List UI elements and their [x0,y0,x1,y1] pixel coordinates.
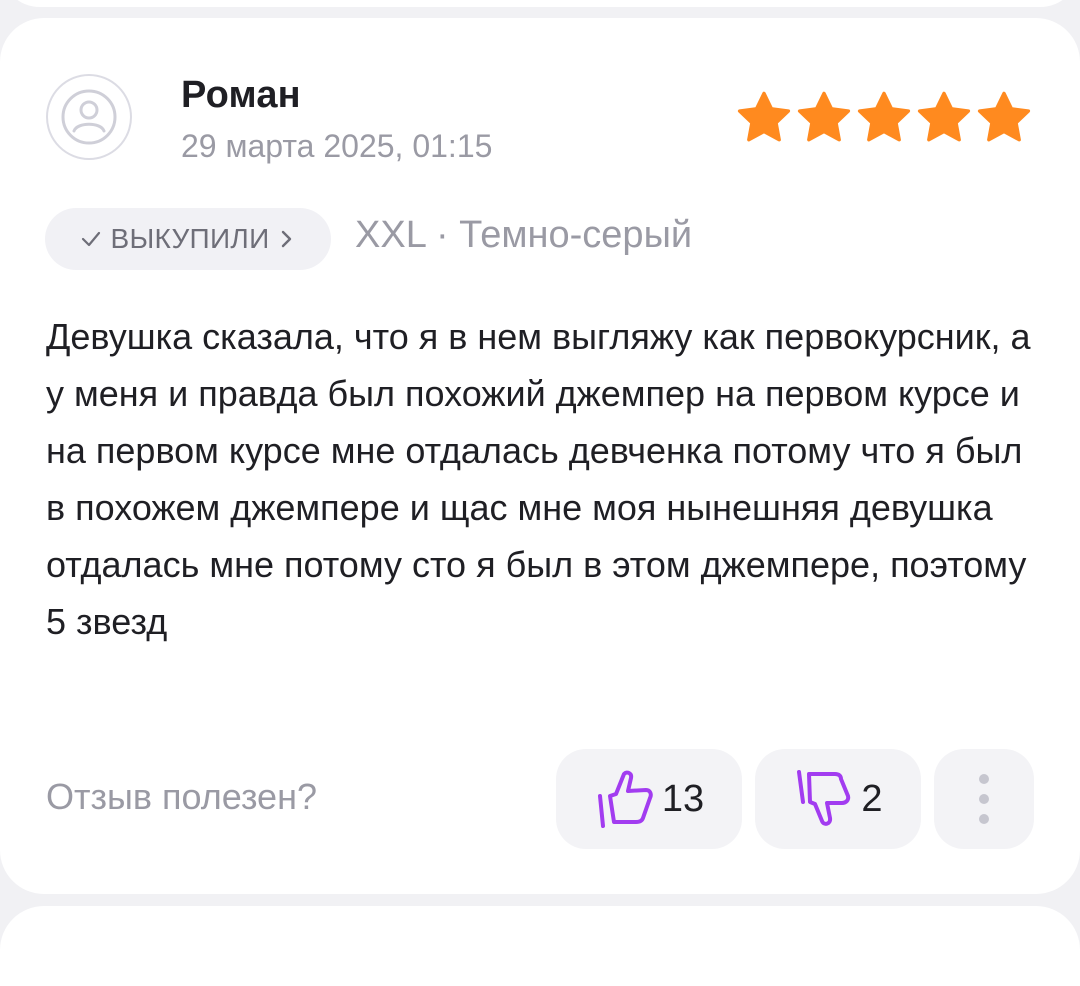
more-vertical-icon [979,794,989,804]
star-icon [857,91,911,142]
purchased-badge[interactable]: ВЫКУПИЛИ [45,208,331,270]
review-text: Девушка сказала, что я в нем выгляжу как… [46,316,1031,642]
thumbs-up-icon [597,770,653,828]
check-icon [82,231,101,247]
purchased-badge-label: ВЫКУПИЛИ [110,223,270,254]
previous-review-card [0,0,1080,7]
star-icon [737,91,791,142]
star-icon [977,91,1031,142]
author-name: Роман [181,74,301,116]
more-options-button[interactable] [934,749,1034,849]
next-review-card [0,906,1080,986]
more-vertical-icon [979,774,989,784]
rating-stars [735,89,1033,147]
product-variant: XXL · Темно-серый [355,214,693,256]
chevron-right-icon [281,230,291,248]
thumbs-down-icon [797,770,851,826]
star-icon [917,91,971,142]
dislike-button[interactable]: 2 [755,749,921,849]
helpful-question: Отзыв полезен? [46,776,317,817]
review-date: 29 марта 2025, 01:15 [181,128,493,164]
like-count: 13 [661,777,705,820]
like-button[interactable]: 13 [556,749,742,849]
more-vertical-icon [979,814,989,824]
star-icon [797,91,851,142]
dislike-count: 2 [861,777,883,820]
user-avatar-icon [46,74,132,160]
